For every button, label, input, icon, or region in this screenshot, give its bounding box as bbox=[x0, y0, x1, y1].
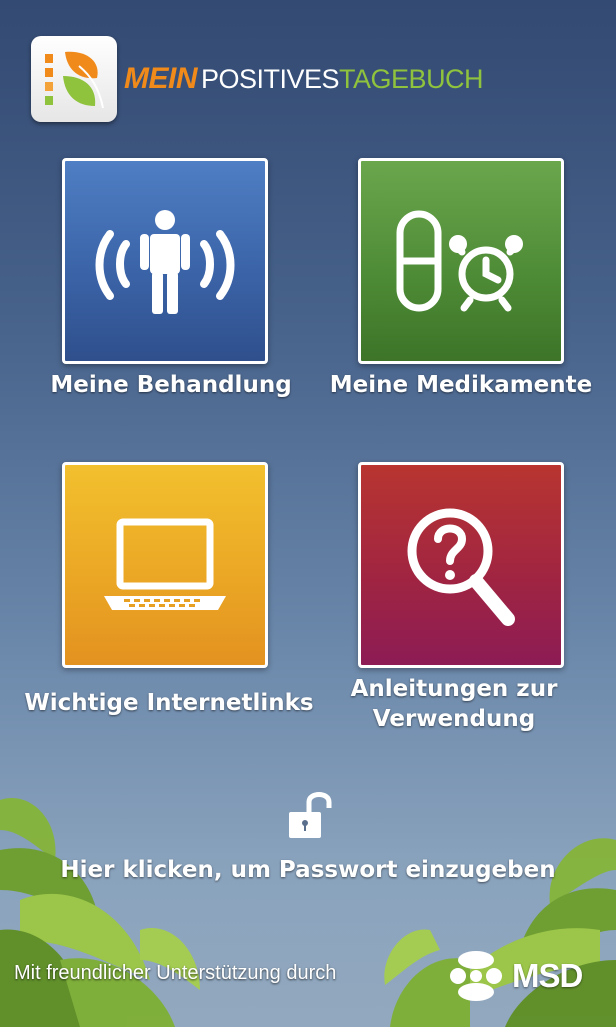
support-text: Mit freundlicher Unterstützung durch bbox=[14, 962, 337, 984]
unlock-icon[interactable] bbox=[285, 790, 337, 840]
label-meine-medikamente[interactable]: Meine Medikamente bbox=[316, 370, 606, 400]
person-signal-icon bbox=[95, 210, 235, 314]
label-anleitungen[interactable]: Anleitungen zur Verwendung bbox=[330, 674, 578, 734]
tile-meine-medikamente[interactable] bbox=[358, 158, 564, 364]
password-link[interactable]: Hier klicken, um Passwort einzugeben bbox=[0, 857, 616, 883]
label-anleitungen-line2: Verwendung bbox=[372, 706, 536, 732]
sponsor-name: MSD bbox=[512, 957, 583, 994]
logo-positives: POSITIVES bbox=[201, 64, 340, 94]
label-meine-behandlung[interactable]: Meine Behandlung bbox=[30, 370, 312, 400]
tile-meine-behandlung[interactable] bbox=[62, 158, 268, 364]
magnifier-question-icon bbox=[407, 508, 515, 626]
laptop-icon bbox=[104, 518, 226, 610]
label-wichtige-internetlinks[interactable]: Wichtige Internetlinks bbox=[14, 688, 324, 718]
tile-anleitungen[interactable] bbox=[358, 462, 564, 668]
app-title-logo: Mein POSITIVES TAGEBUCH bbox=[124, 62, 484, 102]
logo-mein: Mein bbox=[124, 62, 198, 95]
app-logo-icon bbox=[31, 36, 117, 122]
pill-alarm-clock-icon bbox=[396, 210, 523, 312]
logo-tagebuch: TAGEBUCH bbox=[339, 64, 484, 94]
msd-logo-icon bbox=[450, 951, 502, 1001]
label-anleitungen-line1: Anleitungen zur bbox=[350, 676, 558, 702]
tile-wichtige-internetlinks[interactable] bbox=[62, 462, 268, 668]
